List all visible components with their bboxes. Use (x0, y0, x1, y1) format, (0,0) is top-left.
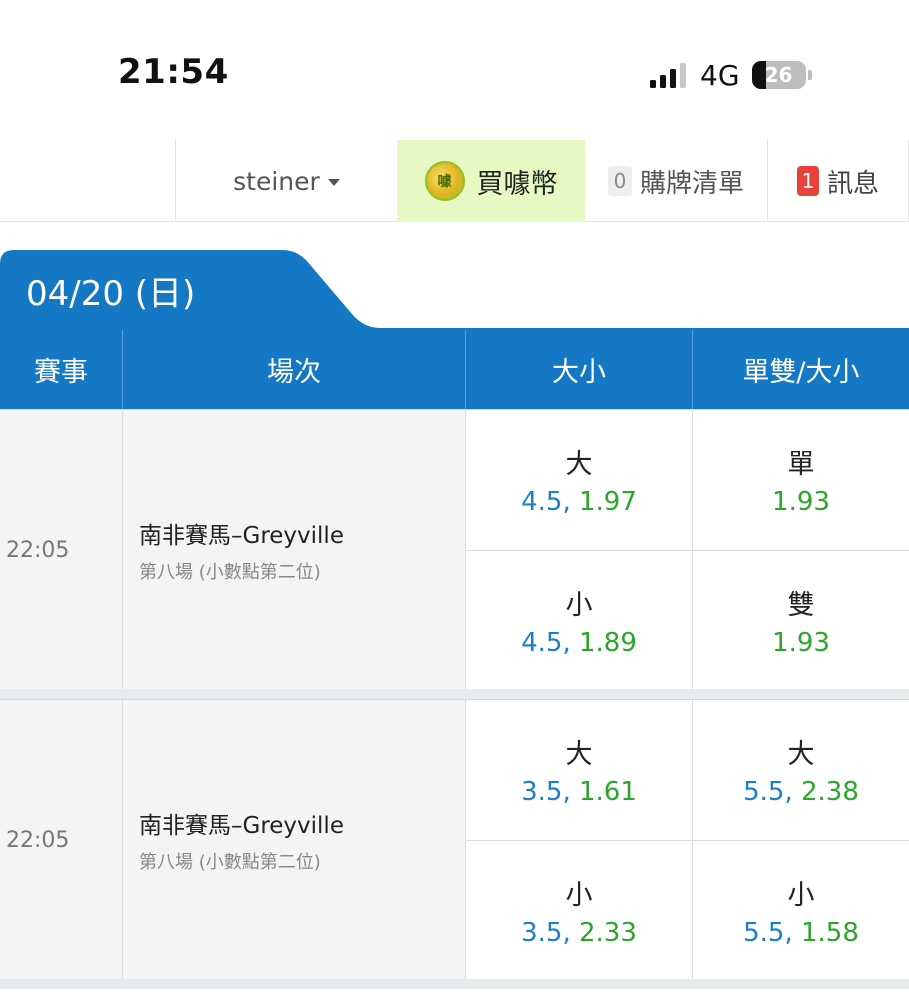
option-odds: 1.58 (801, 917, 859, 948)
header-race: 場次 (123, 330, 466, 409)
option-label: 小 (565, 879, 593, 911)
option-label: 大 (787, 739, 815, 771)
bet-option-even[interactable]: 雙 1.93 (693, 549, 909, 690)
match-time: 22:05 (0, 700, 123, 980)
buy-coins-label: 買噱幣 (476, 168, 558, 200)
option-line: 5.5, (743, 917, 793, 948)
status-time: 21:54 (118, 52, 229, 92)
table-row: 22:05 南非賽馬–Greyville 第八場 (小數點第二位) 大 4.5,… (0, 409, 909, 690)
row-separator (0, 689, 909, 699)
option-line: 3.5, (521, 917, 571, 948)
option-label: 小 (565, 589, 593, 621)
option-line: 4.5, (521, 627, 571, 658)
top-nav: steiner 噱 買噱幣 0 購牌清單 1 訊息 (0, 140, 909, 222)
signal-icon (650, 62, 686, 88)
status-indicators: 4G 26 (650, 58, 812, 92)
option-label: 單 (787, 449, 815, 481)
match-time: 22:05 (0, 410, 123, 690)
header-odd-even: 單雙/大小 (742, 357, 860, 388)
option-odds: 1.61 (579, 777, 637, 808)
messages-button[interactable]: 1 訊息 (767, 140, 909, 222)
option-odds: 1.93 (772, 627, 830, 658)
over-under-column: 大 3.5, 1.61 小 3.5, 2.33 (466, 700, 693, 980)
race-name: 南非賽馬–Greyville (139, 523, 344, 549)
cart-label: 購牌清單 (639, 168, 744, 199)
option-value: 3.5, 2.33 (521, 918, 637, 948)
coin-icon: 噱 (424, 161, 465, 201)
race-info: 南非賽馬–Greyville 第八場 (小數點第二位) (123, 410, 466, 690)
race-name: 南非賽馬–Greyville (139, 813, 344, 839)
option-line: 3.5, (521, 777, 571, 808)
username: steiner (233, 166, 320, 196)
race-info: 南非賽馬–Greyville 第八場 (小數點第二位) (123, 700, 466, 980)
message-count-badge: 1 (796, 166, 819, 196)
table-header: 賽事 場次 大小 單雙/大小 (0, 330, 909, 409)
bet-option-odd[interactable]: 單 1.93 (693, 410, 909, 550)
user-menu-button[interactable]: steiner (175, 140, 397, 222)
option-odds: 1.89 (579, 627, 637, 658)
race-subtitle: 第八場 (小數點第二位) (139, 562, 321, 583)
network-type: 4G (700, 58, 740, 92)
bet-option-under[interactable]: 小 3.5, 2.33 (466, 839, 692, 980)
header-event: 賽事 (0, 330, 123, 409)
table-row: 22:05 南非賽馬–Greyville 第八場 (小數點第二位) 大 3.5,… (0, 699, 909, 980)
bet-option-under[interactable]: 小 5.5, 1.58 (693, 839, 909, 980)
option-value: 1.93 (772, 628, 830, 658)
bet-option-over[interactable]: 大 4.5, 1.97 (466, 410, 692, 550)
option-value: 4.5, 1.89 (521, 628, 637, 658)
cart-button[interactable]: 0 購牌清單 (585, 140, 767, 222)
bet-option-over[interactable]: 大 3.5, 1.61 (466, 700, 692, 840)
odd-even-over-under-column: 大 5.5, 2.38 小 5.5, 1.58 (693, 700, 909, 980)
over-under-column: 大 4.5, 1.97 小 4.5, 1.89 (466, 410, 693, 690)
option-odds: 1.97 (579, 487, 637, 518)
option-label: 小 (787, 879, 815, 911)
messages-label: 訊息 (826, 168, 879, 199)
option-line: 4.5, (521, 487, 571, 518)
battery-level: 26 (764, 63, 793, 87)
battery-icon: 26 (751, 61, 806, 89)
bet-option-over[interactable]: 大 5.5, 2.38 (693, 700, 909, 840)
option-value: 1.93 (772, 487, 830, 517)
date-label: 04/20 (日) (26, 274, 196, 314)
option-label: 大 (565, 739, 593, 771)
option-odds: 1.93 (772, 487, 830, 518)
caret-down-icon (327, 178, 340, 186)
row-separator (0, 979, 909, 989)
status-bar: 21:54 4G 26 (0, 0, 909, 140)
option-value: 4.5, 1.97 (521, 487, 637, 517)
option-value: 5.5, 2.38 (743, 777, 859, 807)
header-over-under: 大小 (466, 330, 693, 409)
option-value: 3.5, 1.61 (521, 777, 637, 807)
odd-even-column: 單 1.93 雙 1.93 (693, 410, 909, 690)
option-value: 5.5, 1.58 (743, 918, 859, 948)
option-label: 大 (565, 449, 593, 481)
option-odds: 2.33 (579, 917, 637, 948)
battery-tip (807, 70, 812, 80)
option-line: 5.5, (743, 777, 793, 808)
buy-coins-button[interactable]: 噱 買噱幣 (397, 140, 585, 222)
bet-option-under[interactable]: 小 4.5, 1.89 (466, 549, 692, 690)
option-odds: 2.38 (801, 777, 859, 808)
cart-count-badge: 0 (607, 166, 632, 196)
race-subtitle: 第八場 (小數點第二位) (139, 852, 321, 873)
option-label: 雙 (787, 589, 815, 621)
